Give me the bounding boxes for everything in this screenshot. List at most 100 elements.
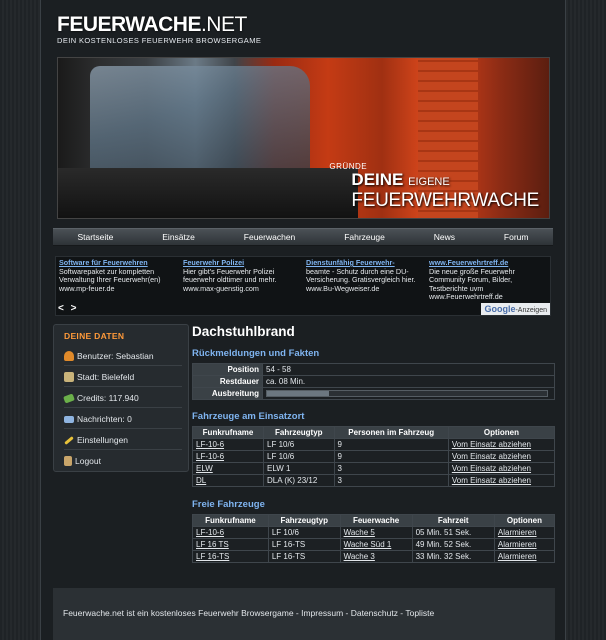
table-row: LF 16 TS LF 16-TS Wache Süd 1 49 Min. 52… xyxy=(192,538,556,551)
main-nav: Startseite Einsätze Feuerwachen Fahrzeug… xyxy=(53,228,553,246)
logout-icon xyxy=(64,456,72,466)
position-value: 54 - 58 xyxy=(262,363,555,376)
vehicle-name-link[interactable]: LF-10-6 xyxy=(196,452,224,461)
ad-item[interactable]: Dienstunfähig Feuerwehr- beamte - Schutz… xyxy=(306,258,428,293)
ad-item[interactable]: Software für Feuerwehren Softwarepaket z… xyxy=(59,258,181,293)
sidebar-item-label: Einstellungen xyxy=(77,435,129,445)
station-link[interactable]: Wache 3 xyxy=(344,552,375,561)
vehicle-persons: 3 xyxy=(333,462,449,475)
money-icon xyxy=(63,393,75,403)
ad-item[interactable]: Feuerwehr Polizei Hier gibt's Feuerwehr … xyxy=(183,258,305,293)
table-row: LF-10-6 LF 10/6 Wache 5 05 Min. 51 Sek. … xyxy=(192,526,556,539)
logo-net-text: .NET xyxy=(200,13,247,36)
facts-table: Position 54 - 58 Restdauer ca. 08 Min. A… xyxy=(192,363,555,400)
alarm-vehicle-link[interactable]: Alarmieren xyxy=(498,540,537,549)
google-ads-label[interactable]: Google-Anzeigen xyxy=(481,303,550,315)
header-banner: GRÜNDE DEINE EIGENE FEUERWEHRWACHE xyxy=(57,57,550,219)
table-row: Position 54 - 58 xyxy=(192,363,555,376)
page-title: Dachstuhlbrand xyxy=(192,324,295,339)
nav-feuerwachen[interactable]: Feuerwachen xyxy=(244,232,296,242)
table-row: LF-10-6 LF 10/6 9 Vom Einsatz abziehen xyxy=(191,438,556,451)
site-logo[interactable]: FEUERWACHE.NET DEIN KOSTENLOSES FEUERWEH… xyxy=(57,13,261,46)
ausbreitung-label: Ausbreitung xyxy=(192,387,263,400)
ausbreitung-progress-fill xyxy=(267,391,329,397)
user-data-panel: DEINE DATEN Benutzer: Sebastian Stadt: B… xyxy=(53,324,189,472)
ad-nav-arrows[interactable]: < > xyxy=(58,303,78,314)
vehicle-name-link[interactable]: LF 16 TS xyxy=(196,540,229,549)
ad-url: www.max-guenstig.com xyxy=(183,283,259,293)
logo-main-text: FEUERWACHE xyxy=(57,13,201,36)
column-header: Fahrzeugtyp xyxy=(263,426,335,439)
travel-time: 49 Min. 52 Sek. xyxy=(411,538,495,551)
station-link[interactable]: Wache 5 xyxy=(344,528,375,537)
banner-slogan-feuerwehrwache: FEUERWEHRWACHE xyxy=(351,190,539,211)
free-vehicles-heading: Freie Fahrzeuge xyxy=(192,499,265,510)
footer: Feuerwache.net ist ein kostenloses Feuer… xyxy=(53,588,555,640)
ad-block: Software für Feuerwehren Softwarepaket z… xyxy=(55,256,551,316)
vehicle-name-link[interactable]: LF-10-6 xyxy=(196,440,224,449)
vehicle-type: LF 10/6 xyxy=(267,526,341,539)
ad-text: Softwarepaket zur kompletten Verwaltung … xyxy=(59,266,161,284)
ad-item[interactable]: www.Feuerwehrtreff.de Die neue große Feu… xyxy=(429,258,551,302)
travel-time: 05 Min. 51 Sek. xyxy=(411,526,495,539)
banner-slogan-deine: DEINE xyxy=(351,170,404,189)
sidebar-item-credits[interactable]: Credits: 117.940 xyxy=(63,393,182,408)
nav-news[interactable]: News xyxy=(434,232,455,242)
column-header: Optionen xyxy=(493,514,556,527)
sidebar-item-logout[interactable]: Logout xyxy=(64,456,182,470)
column-header: Optionen xyxy=(447,426,556,439)
free-vehicles-table: Funkrufname Fahrzeugtyp Feuerwache Fahrz… xyxy=(192,514,556,563)
table-row: LF 16-TS LF 16-TS Wache 3 33 Min. 32 Sek… xyxy=(192,550,556,563)
user-data-heading: DEINE DATEN xyxy=(64,331,125,341)
vehicle-persons: 9 xyxy=(333,438,449,451)
ausbreitung-progress-bar xyxy=(266,390,548,398)
withdraw-vehicle-link[interactable]: Vom Einsatz abziehen xyxy=(452,476,531,485)
sidebar-item-user[interactable]: Benutzer: Sebastian xyxy=(64,351,182,366)
station-link[interactable]: Wache Süd 1 xyxy=(344,540,392,549)
ad-url: www.Feuerwehrtreff.de xyxy=(429,292,503,301)
mail-icon xyxy=(64,415,74,423)
table-row: LF-10-6 LF 10/6 9 Vom Einsatz abziehen xyxy=(191,450,556,463)
withdraw-vehicle-link[interactable]: Vom Einsatz abziehen xyxy=(452,464,531,473)
sidebar-item-messages[interactable]: Nachrichten: 0 xyxy=(64,414,182,429)
alarm-vehicle-link[interactable]: Alarmieren xyxy=(498,528,537,537)
vehicle-name-link[interactable]: LF 16-TS xyxy=(196,552,229,561)
ad-text: Die neue große Feuerwehr Community Forum… xyxy=(429,266,515,293)
nav-startseite[interactable]: Startseite xyxy=(77,232,113,242)
nav-einsaetze[interactable]: Einsätze xyxy=(162,232,195,242)
google-brand: Google xyxy=(484,304,516,314)
ad-url: www.mp-feuer.de xyxy=(59,283,115,293)
restdauer-value: ca. 08 Min. xyxy=(262,375,555,388)
sidebar-item-label: Logout xyxy=(75,456,101,466)
sidebar-item-city[interactable]: Stadt: Bielefeld xyxy=(64,372,182,387)
vehicle-type: LF 10/6 xyxy=(263,438,335,451)
withdraw-vehicle-link[interactable]: Vom Einsatz abziehen xyxy=(452,440,531,449)
vehicle-name-link[interactable]: LF-10-6 xyxy=(196,528,224,537)
table-row: DL DLA (K) 23/12 3 Vom Einsatz abziehen xyxy=(191,474,556,487)
nav-forum[interactable]: Forum xyxy=(504,232,529,242)
withdraw-vehicle-link[interactable]: Vom Einsatz abziehen xyxy=(452,452,531,461)
vehicle-type: DLA (K) 23/12 xyxy=(263,474,335,487)
table-header-row: Funkrufname Fahrzeugtyp Personen im Fahr… xyxy=(191,426,556,439)
banner-slogan: GRÜNDE DEINE EIGENE FEUERWEHRWACHE xyxy=(329,162,539,211)
vehicle-name-link[interactable]: ELW xyxy=(196,464,213,473)
sidebar-item-settings[interactable]: Einstellungen xyxy=(64,435,182,450)
footer-text: Feuerwache.net ist ein kostenloses Feuer… xyxy=(63,608,435,618)
banner-windshield xyxy=(90,66,310,176)
table-header-row: Funkrufname Fahrzeugtyp Feuerwache Fahrz… xyxy=(192,514,556,527)
travel-time: 33 Min. 32 Sek. xyxy=(411,550,495,563)
nav-fahrzeuge[interactable]: Fahrzeuge xyxy=(344,232,385,242)
pencil-icon xyxy=(64,435,74,445)
vehicle-persons: 9 xyxy=(333,450,449,463)
column-header: Fahrzeit xyxy=(411,514,495,527)
sidebar-item-label: Stadt: Bielefeld xyxy=(77,372,135,382)
vehicle-persons: 3 xyxy=(333,474,449,487)
google-ads-text: -Anzeigen xyxy=(515,307,547,314)
alarm-vehicle-link[interactable]: Alarmieren xyxy=(498,552,537,561)
banner-slogan-eigene: EIGENE xyxy=(408,176,450,188)
vehicles-at-scene-table: Funkrufname Fahrzeugtyp Personen im Fahr… xyxy=(191,426,556,487)
sidebar-item-label: Nachrichten: 0 xyxy=(77,414,132,424)
vehicle-name-link[interactable]: DL xyxy=(196,476,206,485)
column-header: Funkrufname xyxy=(192,514,269,527)
page: FEUERWACHE.NET DEIN KOSTENLOSES FEUERWEH… xyxy=(40,0,566,640)
